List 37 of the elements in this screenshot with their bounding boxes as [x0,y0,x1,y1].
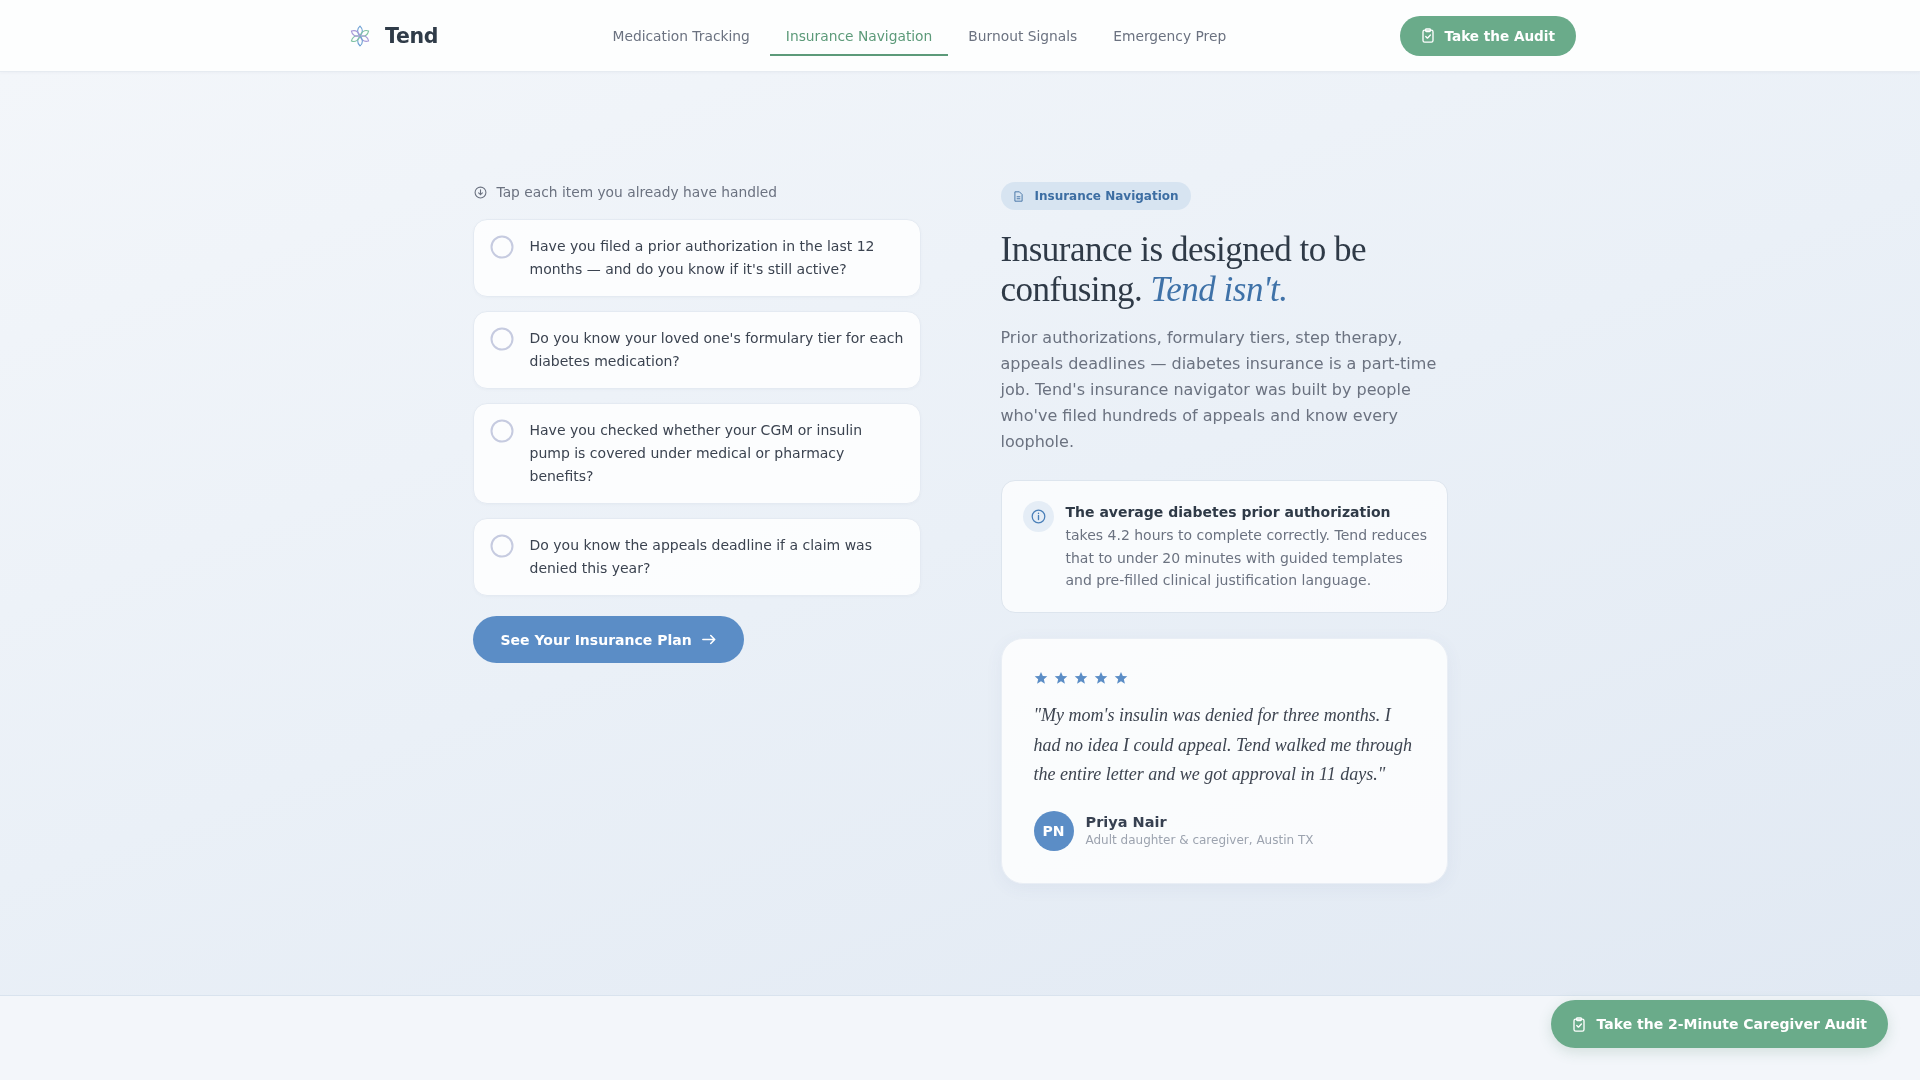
nav-tab[interactable]: Emergency Prep [1097,15,1243,56]
arrow-down-circle-icon [473,185,487,199]
info-icon [1022,501,1054,532]
document-icon [1013,190,1023,202]
star-icon [1033,671,1048,686]
checklist-item[interactable]: Have you checked whether your CGM or insulin pump is covered under medical or pharmacy benefits? [472,403,921,504]
star-icon [1053,671,1068,686]
checklist-item[interactable]: Do you know the appeals deadline if a claim was denied this year? [472,518,921,596]
star-icon [1073,671,1088,686]
hero-heading: Insurance is designed to be confusing. Tend isn't. [1000,230,1368,310]
clipboard-check-icon [1572,1016,1585,1032]
reviewer-name: Priya Nair [1085,813,1168,832]
arrow-right-icon [701,634,716,645]
checkbox-circle-icon[interactable] [489,419,514,443]
see-insurance-plan-button[interactable]: See Your Insurance Plan [472,616,744,663]
flower-logo-icon[interactable] [349,24,371,47]
caregiver-audit-button[interactable]: Take the 2-Minute Caregiver Audit [1550,1000,1888,1048]
checklist-item[interactable]: Do you know your loved one's formulary tier for each diabetes medication? [472,311,921,389]
avatar-initials: PN [1033,810,1074,851]
hero-description: Prior authorizations, formulary tiers, step therapy, appeals deadlines — diabetes insurance is a part-time job. Tend's insurance navigator was built by people who've filed hundreds of appeals and know every loophole. [1000,327,1438,453]
take-audit-button[interactable]: Take the Audit [1400,15,1576,56]
checkbox-circle-icon[interactable] [489,534,514,558]
callout-text: The average diabetes prior authorization takes 4.2 hours to complete correctly. Tend reduces that to under 20 minutes with guided templates and pre-filled clinical justification language. [1065,503,1428,591]
brand-name[interactable]: Tend [385,23,439,48]
checklist-item[interactable]: Have you filed a prior authorization in the last 12 months — and do you know if it's still active? [472,219,921,297]
instruction-text: Tap each item you already have handled [496,183,778,202]
badge-label: Insurance Navigation [1034,188,1179,204]
checkbox-circle-icon[interactable] [489,327,514,351]
nav-tab[interactable]: Burnout Signals [952,15,1094,56]
star-icon [1113,671,1128,686]
reviewer-role: Adult daughter & caregiver, Austin TX [1085,832,1314,849]
nav-tab[interactable]: Medication Tracking [596,15,766,56]
testimonial-quote: "My mom's insulin was denied for three months. I had no idea I could appeal. Tend walked me through the entire letter and we got approval in 11 days." [1033,704,1414,787]
nav-tab[interactable]: Insurance Navigation [769,15,949,56]
clipboard-check-icon [1422,28,1435,43]
star-icon [1093,671,1108,686]
checkbox-circle-icon[interactable] [489,235,514,259]
